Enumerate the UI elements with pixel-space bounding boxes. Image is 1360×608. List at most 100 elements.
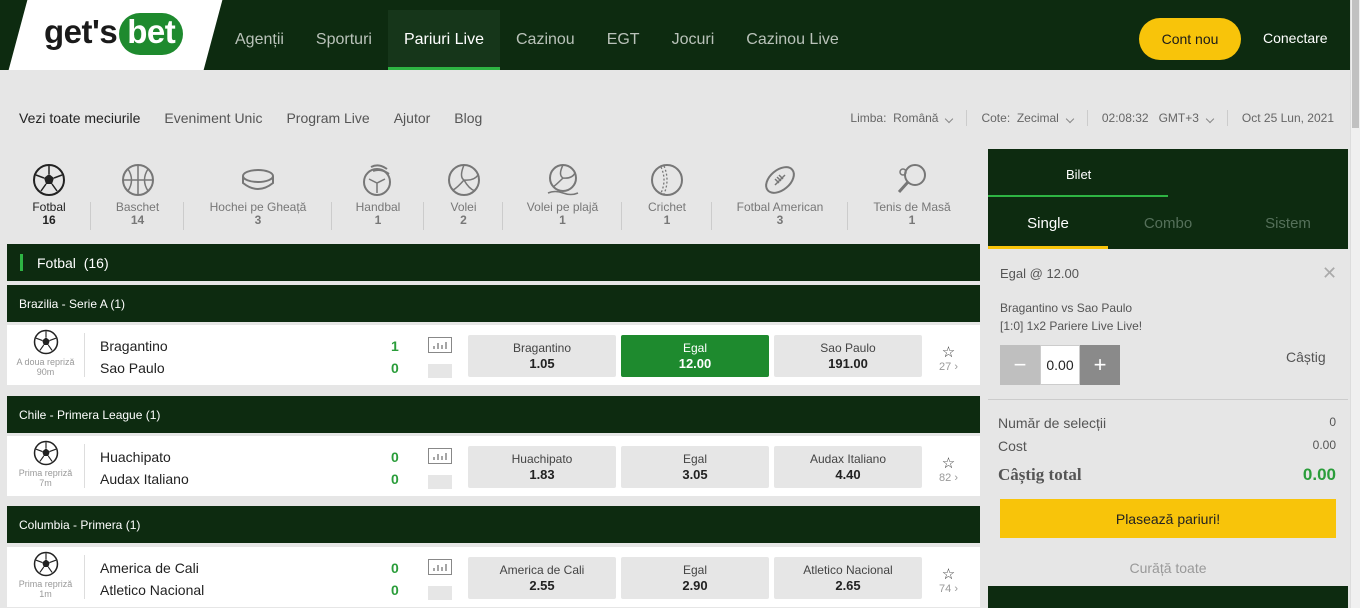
basketball-icon (121, 160, 155, 200)
nav-cazinou-live[interactable]: Cazinou Live (730, 10, 855, 70)
league-header[interactable]: Brazilia - Serie A (1) (7, 285, 980, 322)
total-win-label: Câștig total (998, 465, 1082, 484)
sport-tab-handbal[interactable]: Handbal 1 (332, 150, 424, 238)
star-icon[interactable]: ☆ (939, 343, 958, 361)
league-header[interactable]: Chile - Primera League (1) (7, 396, 980, 433)
odd-away-button[interactable]: Sao Paulo 191.00 (774, 335, 922, 377)
nav-egt[interactable]: EGT (591, 10, 656, 70)
subnav-live-schedule[interactable]: Program Live (286, 110, 369, 126)
odds-format-selector[interactable]: Cote: Zecimal (981, 111, 1075, 125)
subnav-blog[interactable]: Blog (454, 110, 482, 126)
sport-tab-tenis-de-masa[interactable]: Tenis de Masă 1 (848, 150, 976, 238)
volleyball-icon (447, 160, 481, 200)
login-link[interactable]: Conectare (1263, 30, 1328, 46)
odd-home-button[interactable]: Huachipato 1.83 (468, 446, 616, 488)
stake-stepper: − 0.00 + (1000, 345, 1120, 385)
subnav-help[interactable]: Ajutor (394, 110, 431, 126)
sport-tab-volei[interactable]: Volei 2 (424, 150, 503, 238)
odd-draw-button[interactable]: Egal 12.00 (621, 335, 769, 377)
site-logo[interactable]: get's bet (44, 13, 184, 55)
sport-tab-fotbal-american[interactable]: Fotbal American 3 (712, 150, 848, 238)
cricket-ball-icon (650, 160, 684, 200)
subnav-all-matches[interactable]: Vezi toate meciurile (19, 110, 140, 126)
scrollbar-thumb[interactable] (1352, 0, 1359, 128)
more-markets[interactable]: ☆ 27 › (939, 343, 958, 373)
sport-tab-crichet[interactable]: Crichet 1 (622, 150, 712, 238)
odd-home-button[interactable]: America de Cali 2.55 (468, 557, 616, 599)
sport-tab-hochei[interactable]: Hochei pe Gheață 3 (184, 150, 332, 238)
odd-label: Atletico Nacional (803, 563, 893, 577)
odd-value: 191.00 (828, 356, 868, 371)
home-score: 0 (391, 560, 399, 576)
nav-cazinou[interactable]: Cazinou (500, 10, 591, 70)
odd-draw-button[interactable]: Egal 2.90 (621, 557, 769, 599)
league-header[interactable]: Columbia - Primera (1) (7, 506, 980, 543)
sport-tab-volei-plaja[interactable]: Volei pe plajă 1 (503, 150, 622, 238)
close-icon[interactable]: ✕ (1322, 263, 1337, 284)
stake-input[interactable]: 0.00 (1040, 345, 1080, 385)
total-win-value: 0.00 (1302, 465, 1336, 484)
live-tracker-button[interactable] (428, 364, 452, 378)
stats-button[interactable] (428, 448, 452, 489)
stats-button[interactable] (428, 559, 452, 600)
star-icon[interactable]: ☆ (939, 454, 958, 472)
home-team: Bragantino (100, 338, 168, 354)
odd-away-button[interactable]: Atletico Nacional 2.65 (774, 557, 922, 599)
match-teams[interactable]: Bragantino Sao Paulo (100, 335, 168, 379)
subnav-single-event[interactable]: Eveniment Unic (164, 110, 262, 126)
odd-label: Egal (682, 341, 708, 355)
bet-slip-footer (988, 586, 1348, 608)
divider (966, 110, 968, 126)
match-teams[interactable]: Huachipato Audax Italiano (100, 446, 189, 490)
star-icon[interactable]: ☆ (939, 565, 958, 583)
logo-text-s: 's (92, 13, 118, 50)
sport-tab-fotbal[interactable]: Fotbal 16 (7, 150, 91, 238)
clear-all-button[interactable]: Curăță toate (988, 560, 1348, 576)
odd-away-button[interactable]: Audax Italiano 4.40 (774, 446, 922, 488)
away-score: 0 (391, 360, 399, 376)
live-tracker-button[interactable] (428, 586, 452, 600)
section-header-football[interactable]: Fotbal (16) (7, 244, 980, 281)
nav-jocuri[interactable]: Jocuri (656, 10, 731, 70)
odd-label: Egal (682, 563, 708, 577)
odd-draw-button[interactable]: Egal 3.05 (621, 446, 769, 488)
minus-button[interactable]: − (1000, 345, 1040, 385)
nav-sporturi[interactable]: Sporturi (300, 10, 388, 70)
more-markets-count: 27 (939, 361, 952, 373)
sport-tab-baschet[interactable]: Baschet 14 (91, 150, 184, 238)
language-selector[interactable]: Limba: Română (850, 111, 954, 125)
match-teams[interactable]: America de Cali Atletico Nacional (100, 557, 204, 601)
section-count: (16) (83, 254, 109, 271)
stats-button[interactable] (428, 337, 452, 378)
odd-home-button[interactable]: Bragantino 1.05 (468, 335, 616, 377)
more-markets[interactable]: ☆ 82 › (939, 454, 958, 484)
clock-time: 02:08:32 (1101, 111, 1149, 125)
odd-value: 2.65 (835, 578, 861, 593)
sport-count: 3 (776, 213, 784, 227)
tab-system[interactable]: Sistem (1228, 197, 1348, 249)
divider (84, 333, 85, 377)
plus-button[interactable]: + (1080, 345, 1120, 385)
tab-combo[interactable]: Combo (1108, 197, 1228, 249)
tab-single[interactable]: Single (988, 197, 1108, 249)
sport-count: 1 (908, 213, 916, 227)
odd-label: America de Cali (499, 563, 585, 577)
more-markets-count: 82 (939, 472, 952, 484)
nav-pariuri-live[interactable]: Pariuri Live (387, 10, 501, 70)
chevron-down-icon (1065, 114, 1075, 124)
more-markets[interactable]: ☆ 74 › (939, 565, 958, 595)
bet-slip-title[interactable]: Bilet (1066, 167, 1091, 182)
football-icon (33, 551, 58, 577)
page-scrollbar[interactable] (1350, 0, 1360, 608)
sport-name: Fotbal American (736, 200, 824, 214)
odd-value: 2.55 (529, 578, 555, 593)
odds-label: Cote: (981, 111, 1011, 125)
nav-agentii[interactable]: Agenții (219, 10, 300, 70)
new-account-button[interactable]: Cont nou (1139, 18, 1241, 60)
home-score: 1 (391, 338, 399, 354)
sport-count: 1 (559, 213, 566, 227)
timezone-selector[interactable]: 02:08:32 GMT+3 (1101, 111, 1215, 125)
match-phase: Prima repriză (18, 579, 73, 589)
live-tracker-button[interactable] (428, 475, 452, 489)
place-bet-button[interactable]: Plasează pariuri! (1000, 499, 1336, 538)
